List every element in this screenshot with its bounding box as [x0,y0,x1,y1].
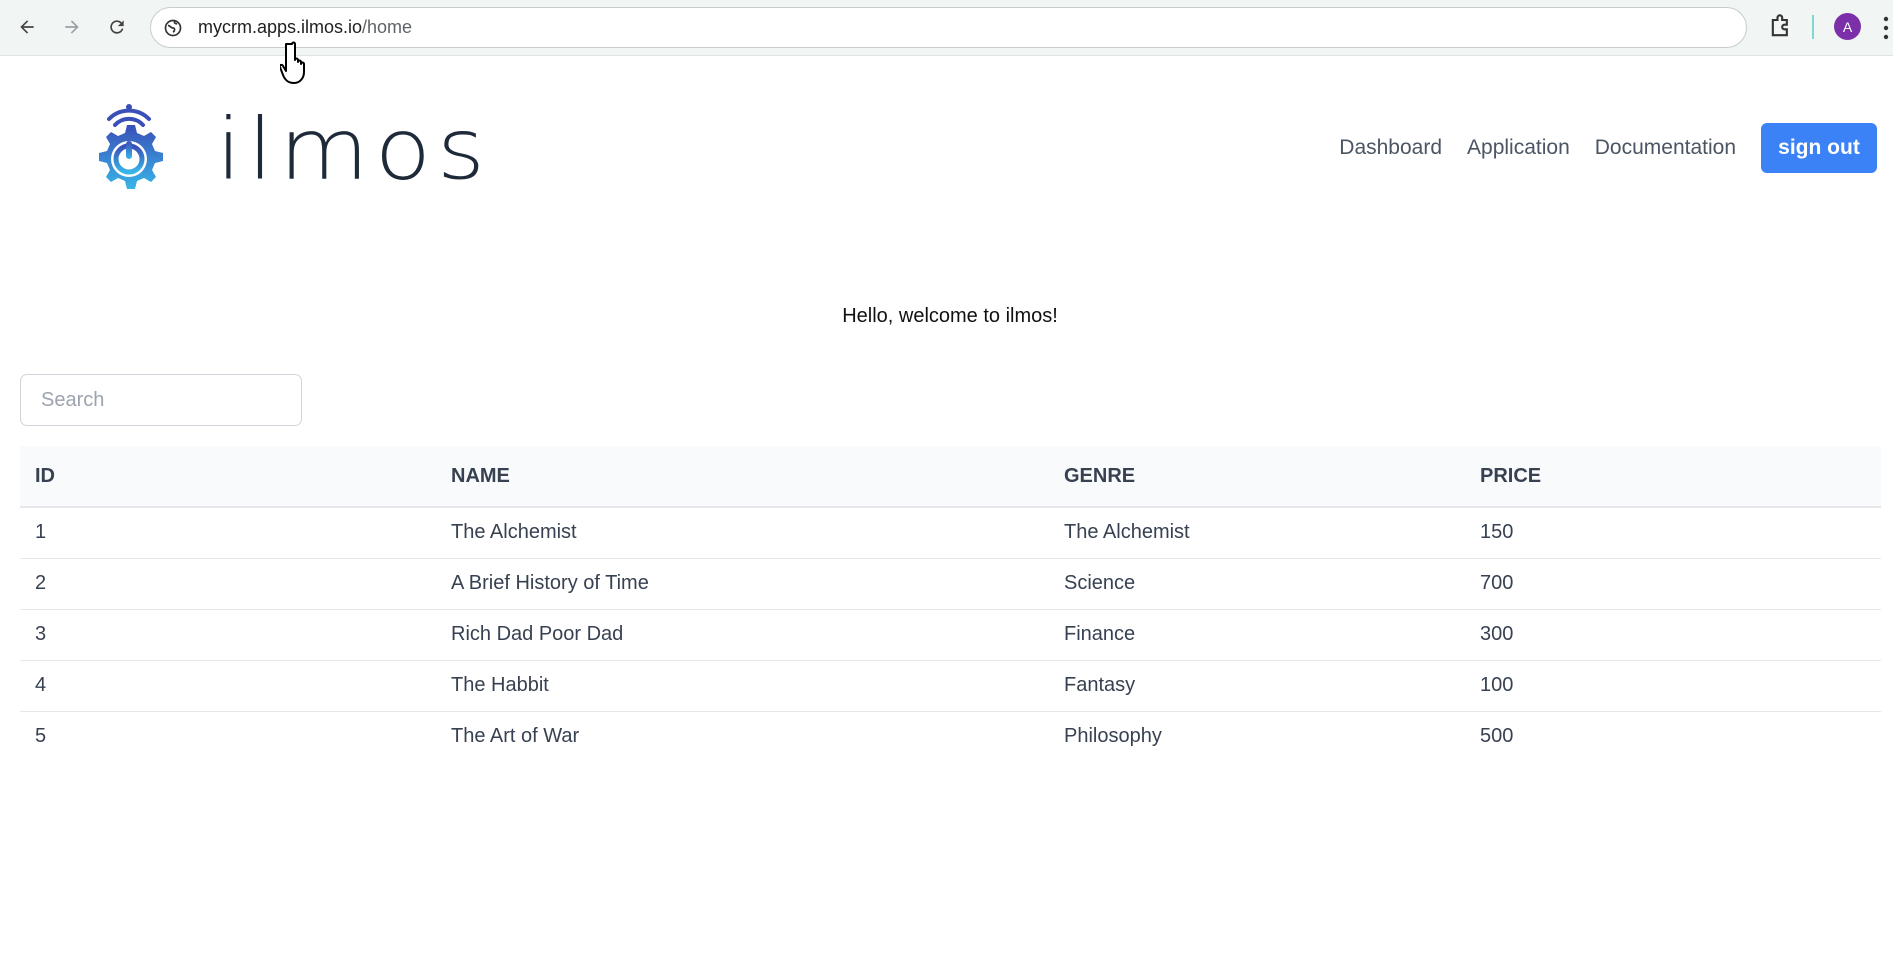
nav-dashboard[interactable]: Dashboard [1339,136,1442,160]
url-path: /home [362,17,413,37]
table-row[interactable]: 4 The Habbit Fantasy 100 [20,660,1881,711]
books-table: ID NAME GENRE PRICE 1 The Alchemist The … [20,446,1881,762]
arrow-left-icon [20,20,34,34]
gear-power-logo-icon [99,104,163,189]
cell-genre: Philosophy [1064,725,1162,748]
cell-name: The Art of War [451,725,580,748]
search-input[interactable] [20,374,302,426]
column-header-genre[interactable]: GENRE [1049,446,1465,507]
cell-id: 2 [35,572,47,594]
top-navigation: Dashboard Application Documentation sign… [1339,123,1877,173]
cell-id: 3 [35,623,47,645]
cell-price: 300 [1480,623,1514,645]
reload-button[interactable] [100,10,134,44]
cell-price: 700 [1480,572,1514,594]
cell-genre: Fantasy [1064,674,1136,696]
pointer-hand-cursor-icon [280,41,305,84]
cell-id: 5 [35,725,47,748]
cell-name: The Alchemist [451,521,577,544]
address-bar[interactable]: mycrm.apps.ilmos.io/home [150,7,1747,48]
url-host: mycrm.apps.ilmos.io [198,17,363,37]
cell-genre: The Alchemist [1064,521,1190,544]
column-header-id[interactable]: ID [20,446,436,507]
site-info-icon[interactable] [162,17,184,39]
url-text: mycrm.apps.ilmos.io/home [198,17,412,38]
more-menu-icon[interactable] [1882,15,1890,41]
table-row[interactable]: 3 Rich Dad Poor Dad Finance 300 [20,609,1881,660]
column-header-name[interactable]: NAME [436,446,1049,507]
cell-price: 150 [1480,521,1514,544]
cell-genre: Science [1064,572,1136,594]
column-header-price[interactable]: PRICE [1465,446,1881,507]
table-row[interactable]: 1 The Alchemist The Alchemist 150 [20,507,1881,558]
nav-application[interactable]: Application [1467,136,1570,160]
cell-id: 1 [35,521,47,544]
cell-price: 100 [1480,674,1514,696]
cell-id: 4 [35,674,47,696]
forward-button[interactable] [55,10,89,44]
cell-name: A Brief History of Time [451,572,649,594]
cell-name: The Habbit [451,674,549,696]
profile-avatar[interactable]: A [1834,13,1861,40]
cell-price: 500 [1480,725,1514,748]
cell-name: Rich Dad Poor Dad [451,623,624,645]
brand-logo[interactable]: ilmos [84,100,504,200]
welcome-message: Hello, welcome to ilmos! [842,305,1058,327]
back-button[interactable] [10,10,44,44]
arrow-right-icon [65,20,79,34]
sign-out-button[interactable]: sign out [1761,123,1877,173]
extensions-icon[interactable] [1767,13,1795,41]
table-header-row: ID NAME GENRE PRICE [20,446,1881,507]
cell-genre: Finance [1064,623,1136,645]
reload-icon [110,20,124,34]
table-row[interactable]: 5 The Art of War Philosophy 500 [20,711,1881,762]
brand-name: ilmos [216,100,491,199]
toolbar-divider [1812,15,1814,39]
table-row[interactable]: 2 A Brief History of Time Science 700 [20,558,1881,609]
nav-documentation[interactable]: Documentation [1595,136,1736,160]
